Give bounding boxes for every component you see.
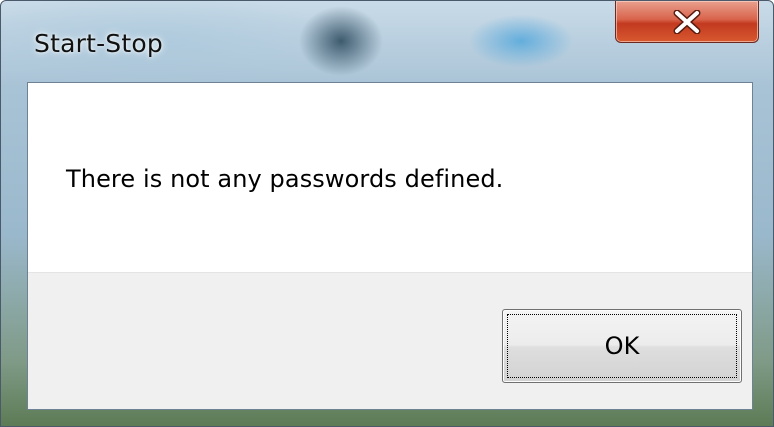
dialog-message: There is not any passwords defined. <box>66 165 504 193</box>
window-title: Start-Stop <box>34 29 163 58</box>
close-button[interactable] <box>615 1 759 43</box>
ok-button[interactable]: OK <box>502 309 742 383</box>
dialog-client-area: There is not any passwords defined. OK <box>27 82 753 410</box>
dialog-button-area: OK <box>28 272 752 409</box>
ok-button-label: OK <box>604 332 640 360</box>
close-icon <box>673 9 701 34</box>
dialog-window: Start-Stop There is not any passwords de… <box>0 0 774 427</box>
